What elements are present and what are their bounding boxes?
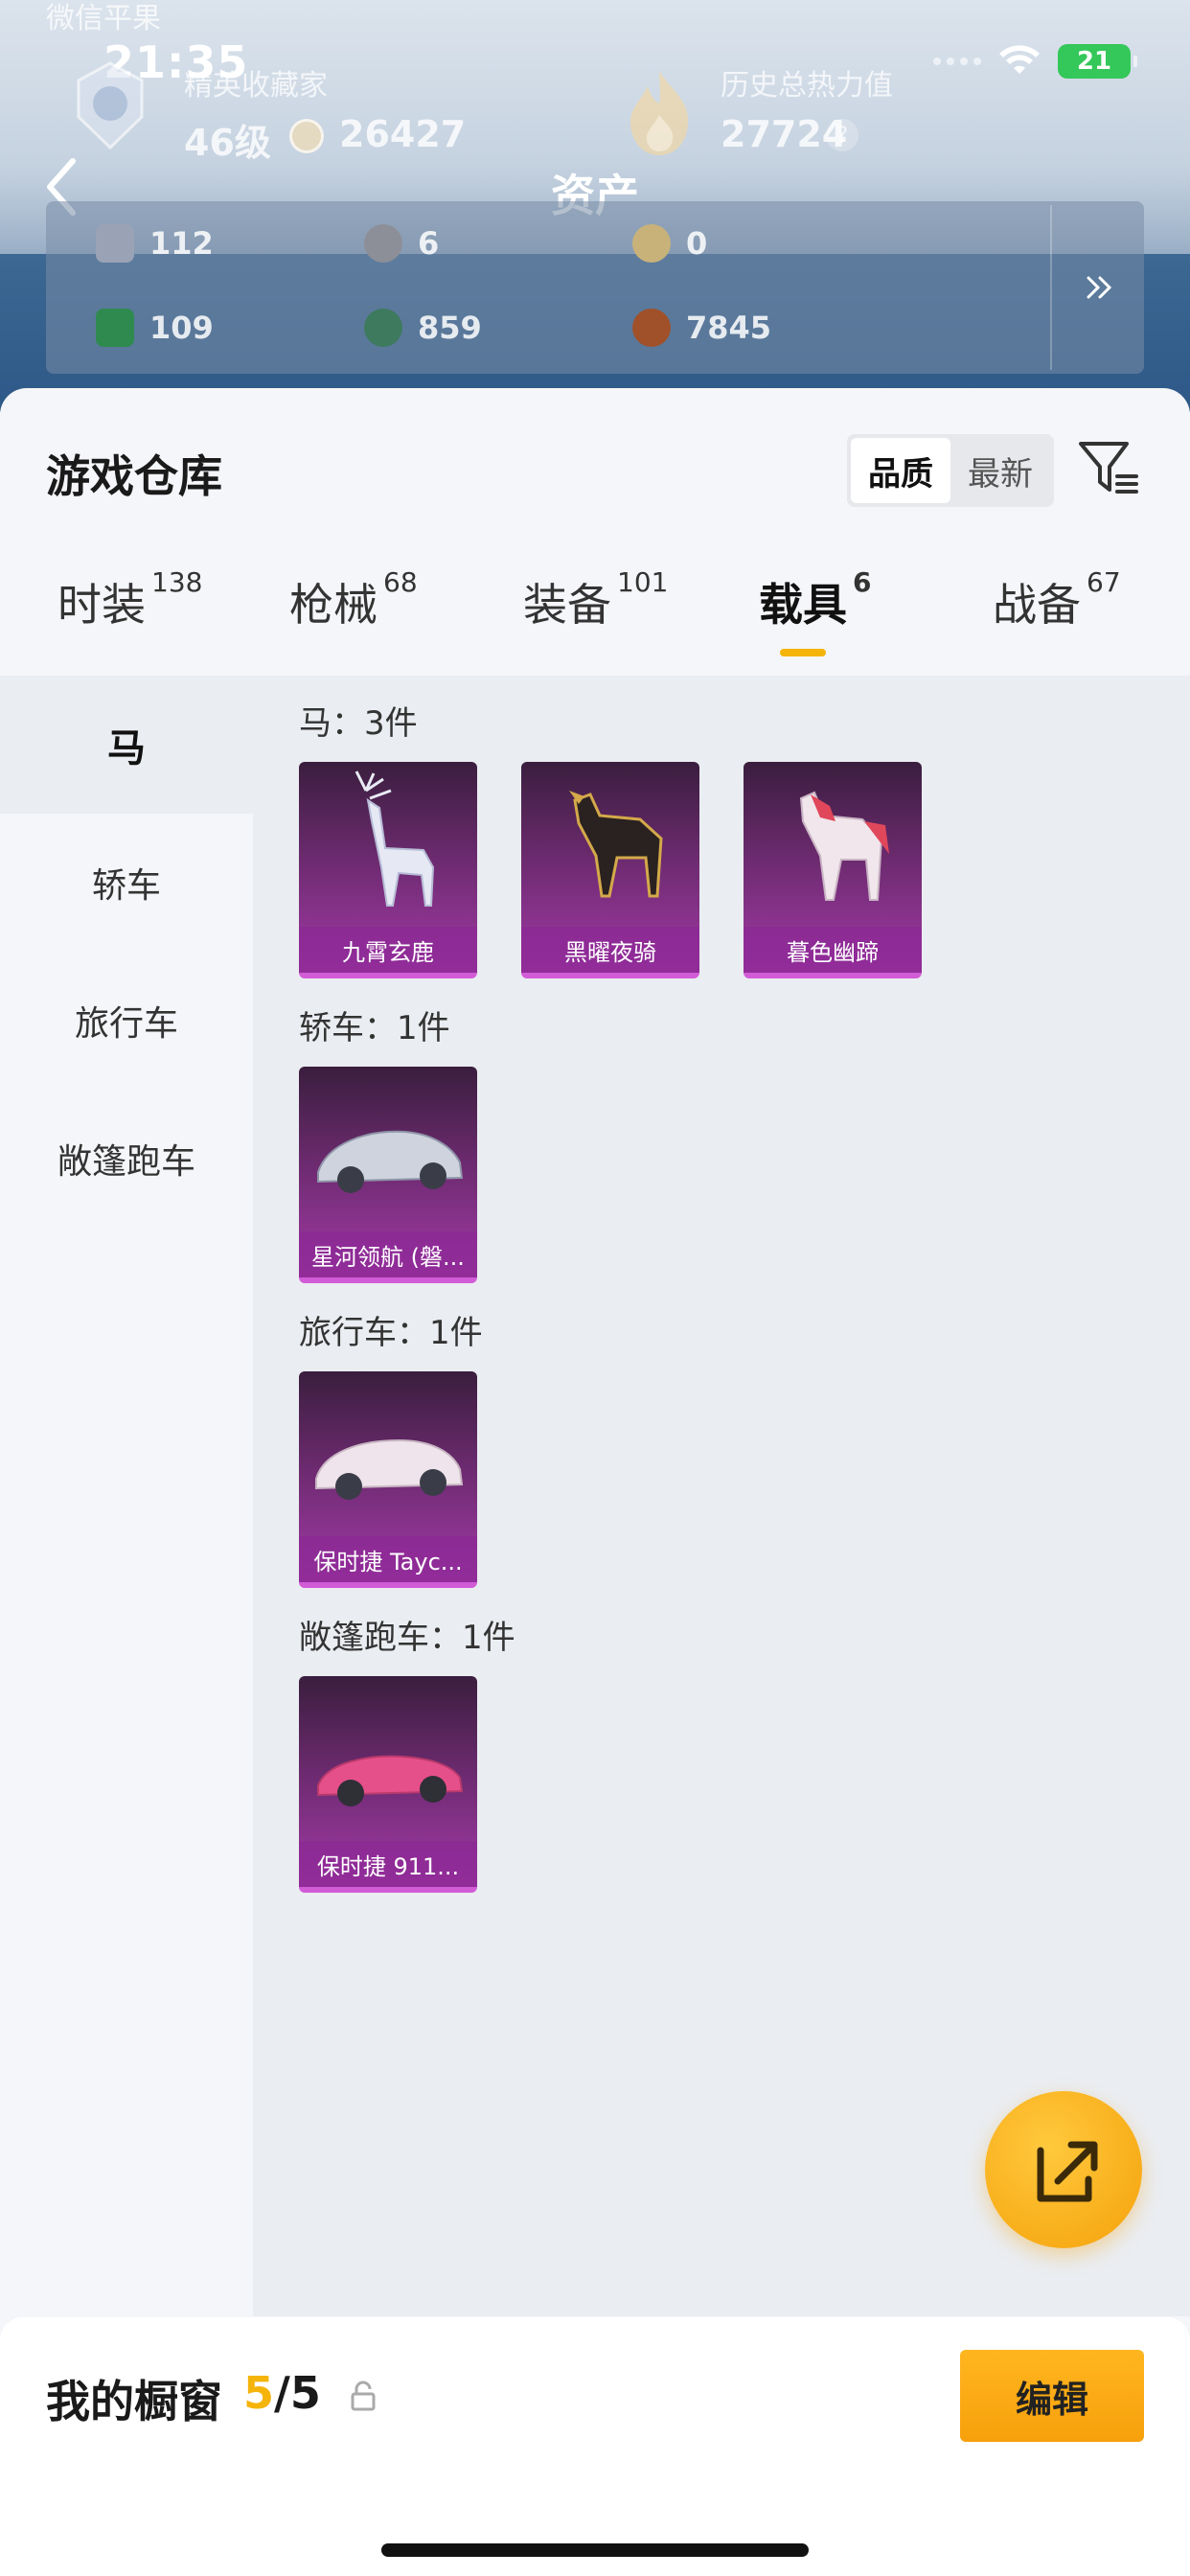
tab-vehicles[interactable]: 载具 6 [759, 566, 871, 633]
collector-label: 精英收藏家 [184, 69, 328, 103]
collector-coin-icon [289, 119, 324, 153]
showcase-total: /5 [274, 2367, 321, 2419]
subcategory-sidebar: 马 轿车 旅行车 敞篷跑车 [0, 676, 253, 2316]
collector-level: 46级 [184, 122, 271, 164]
tab-label: 枪械 [289, 579, 378, 631]
asset-item: 6 [364, 224, 439, 263]
flame-icon [629, 71, 689, 155]
tab-weapons[interactable]: 枪械 68 [289, 566, 418, 633]
tab-label: 装备 [523, 579, 611, 631]
asset-value: 0 [686, 225, 708, 262]
card-icon [96, 224, 134, 263]
deer-mount-image [355, 770, 435, 907]
sedan-image [317, 1130, 464, 1193]
ticket-icon [96, 309, 134, 347]
showcase-label: 我的橱窗 [46, 2376, 222, 2427]
collector-badge-icon [77, 61, 144, 150]
signal-dots-icon [933, 58, 981, 65]
gem-icon [364, 309, 402, 347]
asset-panel: 112 6 0 109 859 7845 [46, 201, 1144, 374]
twilight-horse-image [799, 791, 889, 901]
group-heading: 旅行车：1件 [299, 1314, 483, 1352]
tab-count: 138 [151, 566, 203, 598]
item-name: 黑曜夜骑 [521, 927, 699, 973]
wagon-image [315, 1438, 464, 1500]
coin-icon [364, 224, 402, 263]
asset-item: 112 [96, 224, 214, 263]
convertible-image [317, 1755, 464, 1806]
asset-value: 109 [149, 310, 214, 346]
tab-count: 68 [383, 566, 418, 598]
tab-equipment[interactable]: 装备 101 [523, 566, 668, 633]
status-carrier-text: 微信平果 [46, 2, 161, 35]
sidebar-item-convertible[interactable]: 敞篷跑车 [0, 1090, 253, 1228]
battery-icon: 21 [1058, 44, 1137, 79]
sort-toggle: 品质 最新 [847, 434, 1054, 507]
gold-coin-icon [632, 224, 671, 263]
dark-horse-image [569, 791, 663, 898]
sidebar-item-wagon[interactable]: 旅行车 [0, 952, 253, 1090]
collector-points: 26427 [339, 113, 467, 155]
asset-item: 109 [96, 309, 214, 347]
status-right: 21 [933, 44, 1137, 79]
tab-count: 67 [1087, 566, 1121, 598]
asset-value: 859 [418, 310, 482, 346]
category-tabs: 时装 138 枪械 68 装备 101 载具 6 战备 67 [0, 566, 1190, 685]
tab-gear[interactable]: 战备 67 [993, 566, 1121, 633]
double-chevron-right-icon[interactable] [1071, 268, 1129, 307]
battery-level: 21 [1076, 47, 1112, 76]
tab-fashion[interactable]: 时装 138 [57, 566, 202, 633]
asset-divider [1050, 205, 1052, 370]
tab-label: 战备 [993, 579, 1081, 631]
asset-item: 859 [364, 309, 482, 347]
item-card[interactable]: 保时捷 Tayc... [299, 1371, 477, 1588]
tab-label: 时装 [57, 579, 146, 631]
item-card[interactable]: 暮色幽蹄 [744, 762, 922, 978]
bronze-coin-icon [632, 309, 671, 347]
wifi-icon [999, 45, 1040, 74]
heat-label: 历史总热力值 [721, 69, 893, 103]
sort-quality-option[interactable]: 品质 [851, 438, 950, 503]
item-name: 暮色幽蹄 [744, 927, 922, 973]
status-carrier: 微信平果 [46, 0, 161, 36]
item-name: 星河领航 (磐... [299, 1231, 477, 1277]
item-card[interactable]: 黑曜夜骑 [521, 762, 699, 978]
asset-value: 112 [149, 225, 214, 262]
edit-button[interactable]: 编辑 [960, 2350, 1144, 2442]
home-indicator [381, 2543, 809, 2557]
sidebar-item-horse[interactable]: 马 [0, 676, 253, 814]
group-heading: 轿车：1件 [299, 1009, 450, 1047]
item-card[interactable]: 星河领航 (磐... [299, 1067, 477, 1283]
showcase-current: 5 [243, 2367, 275, 2419]
lock-icon [351, 2380, 376, 2411]
share-button[interactable] [985, 2091, 1142, 2248]
item-name: 保时捷 911... [299, 1841, 477, 1887]
item-name: 保时捷 Tayc... [299, 1536, 477, 1582]
item-list: 马：3件 九霄玄鹿 黑曜夜骑 暮色幽蹄 轿车：1件 星河领航 (磐... 旅行车… [253, 676, 1190, 2316]
filter-icon[interactable] [1077, 436, 1140, 499]
active-tab-indicator [780, 649, 826, 656]
share-icon [1037, 2141, 1098, 2202]
item-card[interactable]: 九霄玄鹿 [299, 762, 477, 978]
asset-item: 0 [632, 224, 707, 263]
item-name: 九霄玄鹿 [299, 927, 477, 973]
group-heading: 敞篷跑车：1件 [299, 1619, 515, 1657]
sort-newest-option[interactable]: 最新 [950, 438, 1050, 503]
tab-label: 载具 [759, 579, 847, 631]
item-card[interactable]: 保时捷 911... [299, 1676, 477, 1893]
sidebar-item-sedan[interactable]: 轿车 [0, 814, 253, 952]
asset-value: 7845 [686, 310, 772, 346]
asset-item: 7845 [632, 309, 771, 347]
tab-count: 101 [617, 566, 669, 598]
tab-count: 6 [853, 566, 872, 598]
group-heading: 马：3件 [299, 704, 418, 743]
showcase-bar: 我的橱窗 5/5 编辑 [0, 2317, 1190, 2576]
showcase-count: 5/5 [243, 2367, 321, 2419]
asset-value: 6 [418, 225, 440, 262]
warehouse-title: 游戏仓库 [46, 450, 222, 502]
heat-help-icon[interactable]: ? [826, 119, 858, 151]
